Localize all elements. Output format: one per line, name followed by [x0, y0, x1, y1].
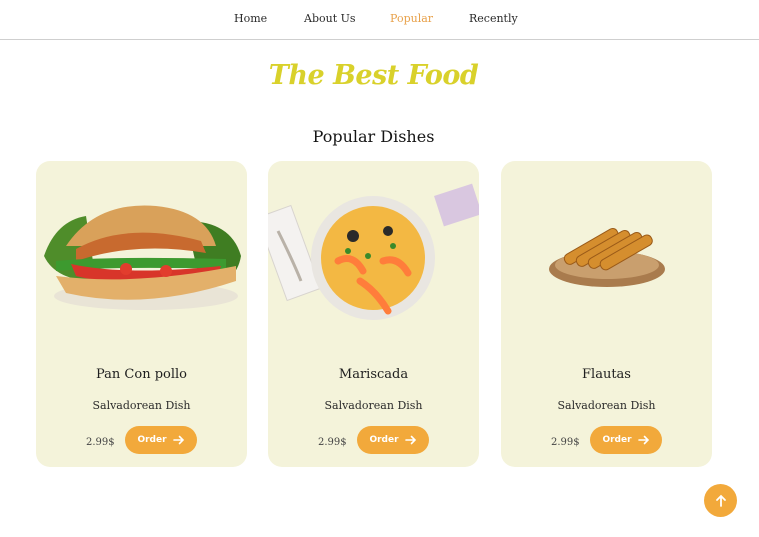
order-button[interactable]: Order: [125, 426, 197, 454]
scroll-to-top-button[interactable]: [704, 484, 737, 517]
dish-card: Pan Con pollo Salvadorean Dish 2.99$ Ord…: [36, 161, 247, 467]
arrow-right-icon: [172, 435, 184, 445]
order-button[interactable]: Order: [357, 426, 429, 454]
arrow-right-icon: [637, 435, 649, 445]
dish-name: Mariscada: [338, 367, 409, 382]
arrow-right-icon: [404, 435, 416, 445]
dish-subtitle: Salvadorean Dish: [324, 399, 423, 412]
dish-subtitle: Salvadorean Dish: [557, 399, 656, 412]
dish-name: Pan Con pollo: [96, 367, 187, 382]
dish-price: 2.99$: [551, 437, 580, 448]
nav-about-us[interactable]: About Us: [304, 12, 356, 25]
order-button-label: Order: [137, 435, 167, 445]
order-button-label: Order: [602, 435, 632, 445]
dish-subtitle: Salvadorean Dish: [92, 399, 191, 412]
seafood-soup-image: [268, 183, 479, 320]
nav-home[interactable]: Home: [234, 12, 267, 25]
brand-title: The Best Food: [268, 60, 479, 91]
nav-popular[interactable]: Popular: [390, 12, 433, 25]
order-button[interactable]: Order: [590, 426, 662, 454]
order-button-label: Order: [369, 435, 399, 445]
nav-recently[interactable]: Recently: [469, 12, 518, 25]
dish-card: Mariscada Salvadorean Dish 2.99$ Order: [268, 161, 479, 467]
top-nav: Home About Us Popular Recently: [0, 0, 759, 40]
section-title: Popular Dishes: [312, 127, 435, 146]
dish-price: 2.99$: [318, 437, 347, 448]
sandwich-image: [44, 205, 241, 310]
flautas-image: [549, 228, 665, 287]
dish-price: 2.99$: [86, 437, 115, 448]
arrow-up-icon: [715, 494, 726, 507]
dish-name: Flautas: [582, 367, 631, 382]
dish-card: Flautas Salvadorean Dish 2.99$ Order: [501, 161, 712, 467]
